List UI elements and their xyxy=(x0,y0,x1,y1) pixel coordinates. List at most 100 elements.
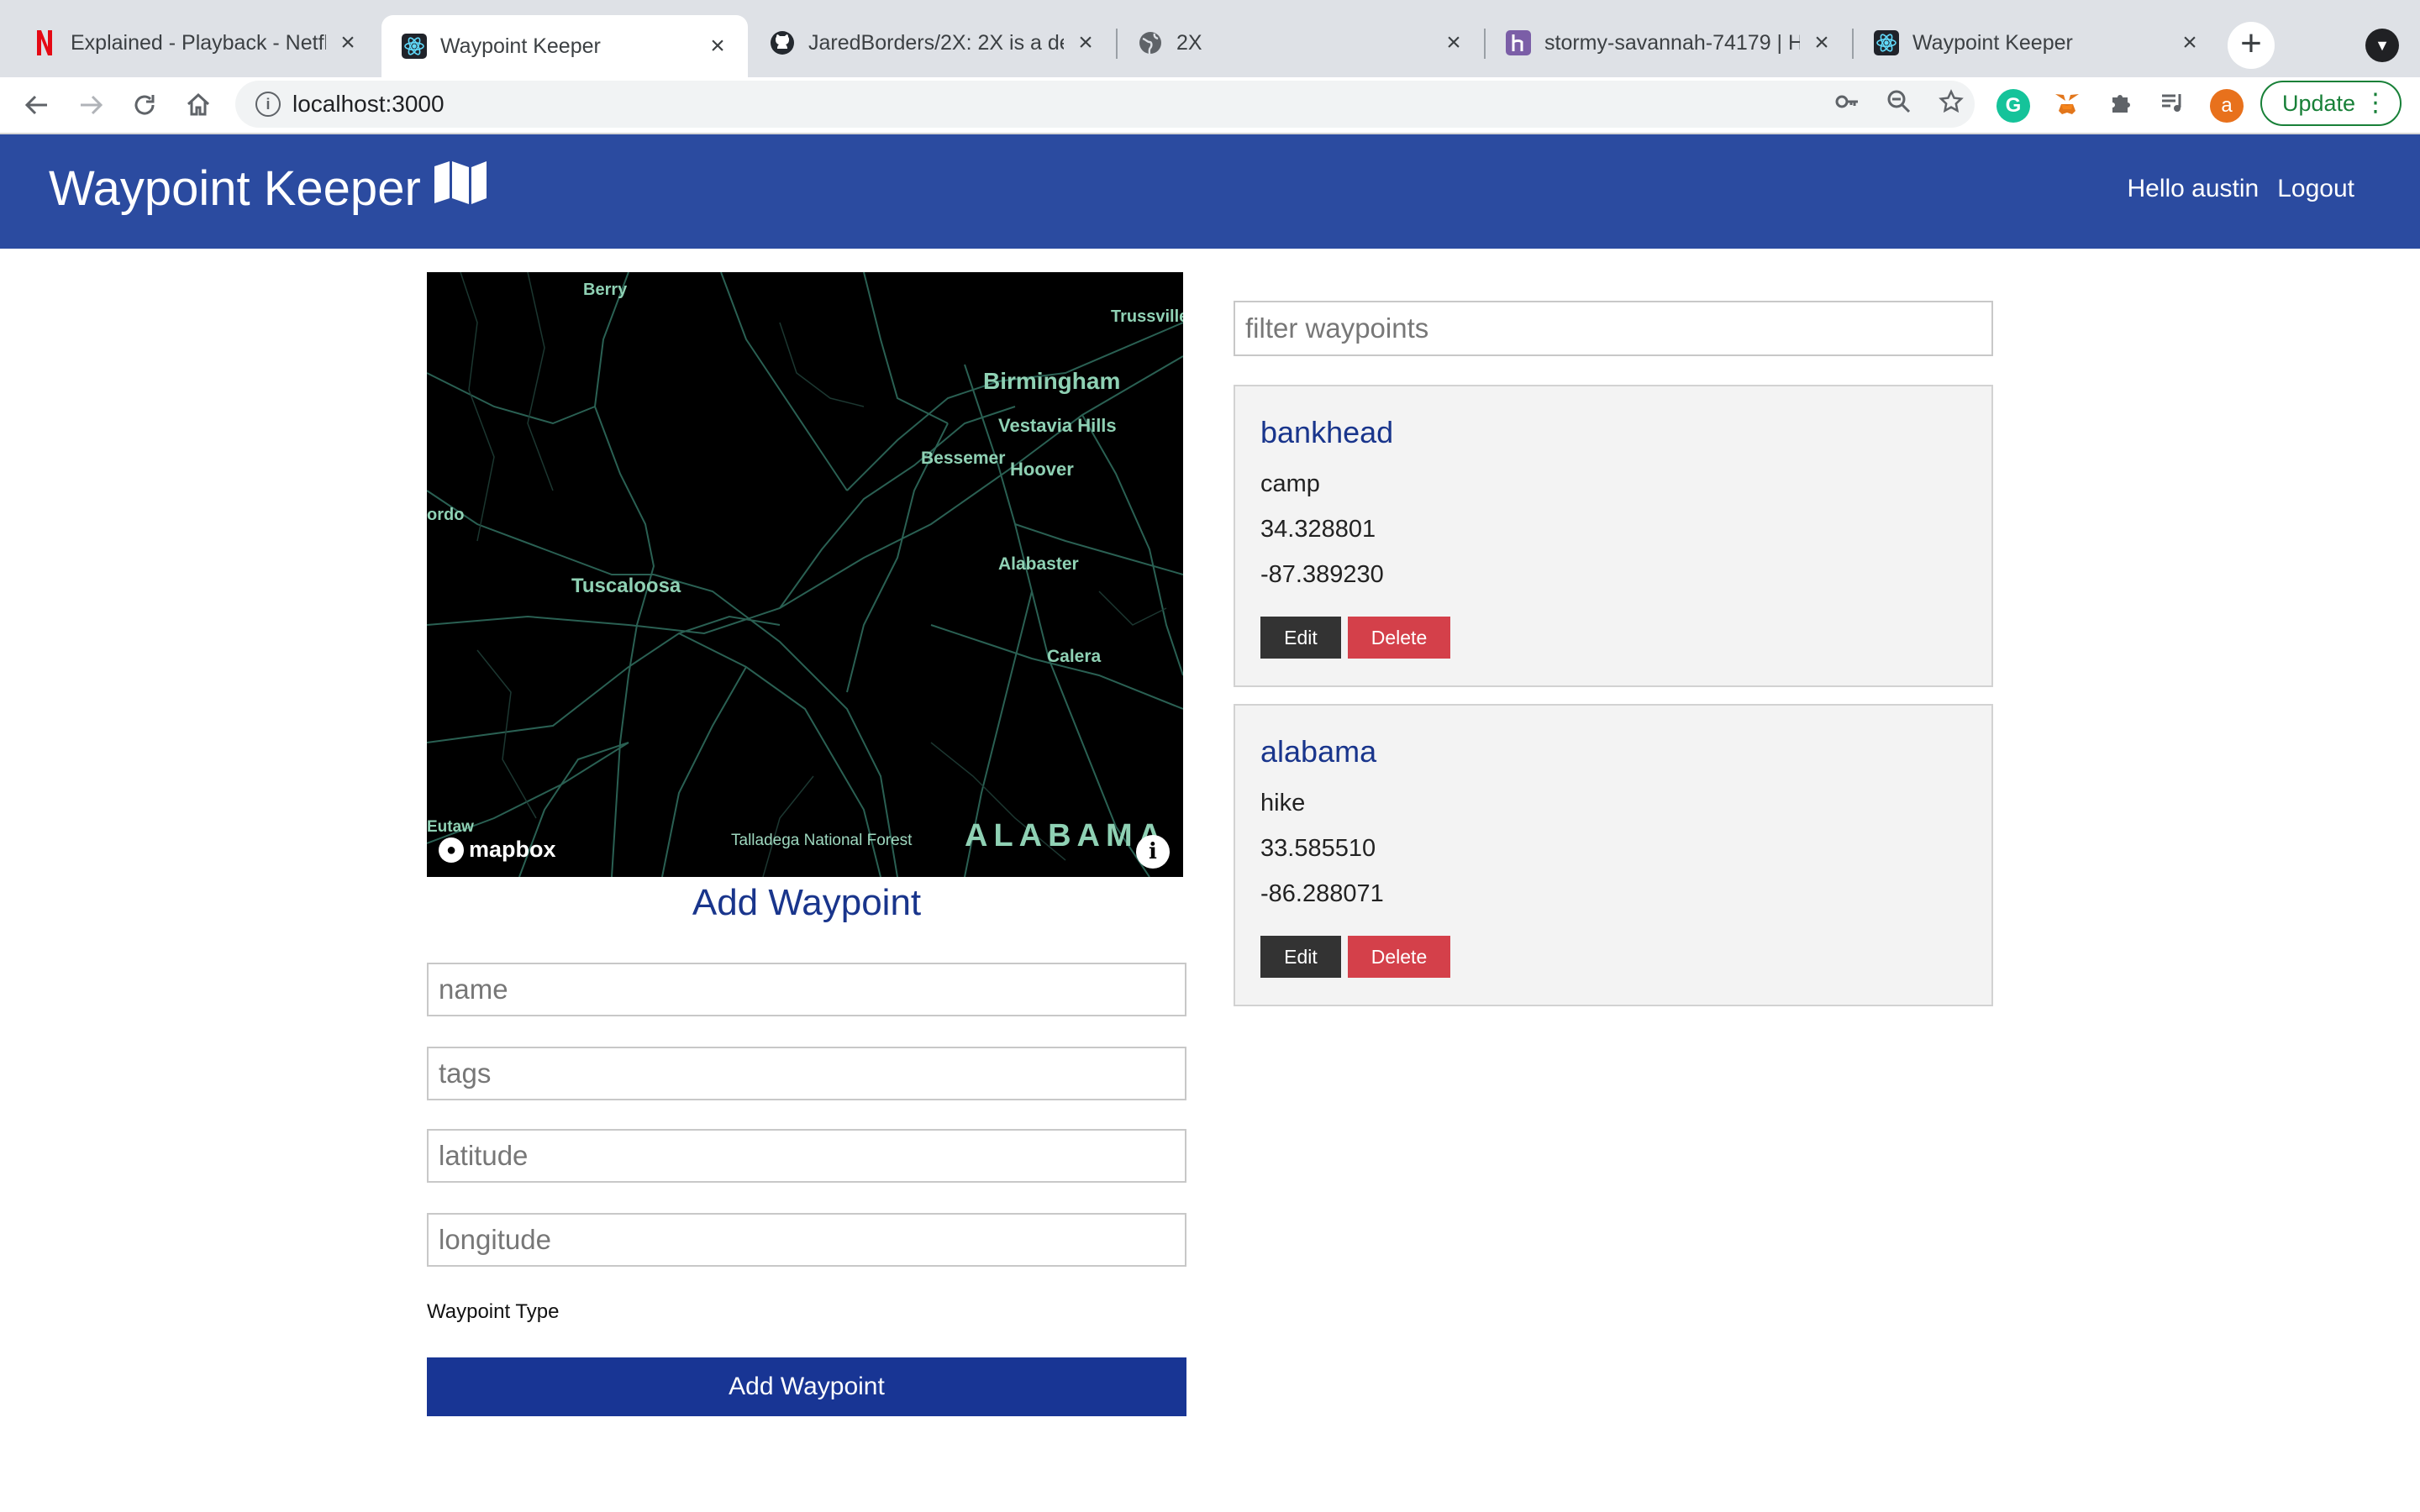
key-icon[interactable] xyxy=(1832,89,1862,119)
close-icon[interactable]: × xyxy=(1810,29,1833,57)
close-icon[interactable]: × xyxy=(1074,29,1097,57)
tab-waypoint-keeper-2[interactable]: Waypoint Keeper × xyxy=(1854,15,2220,71)
metamask-icon[interactable] xyxy=(2050,89,2084,123)
delete-button[interactable]: Delete xyxy=(1348,617,1450,659)
home-icon xyxy=(187,92,210,116)
browser-toolbar: i localhost:3000 G a Update ⋮ xyxy=(0,77,2420,134)
waypoint-latitude: 33.585510 xyxy=(1260,835,1376,862)
mapbox-wordmark: mapbox xyxy=(469,837,556,862)
tab-search-button[interactable]: ▼ xyxy=(2365,29,2399,62)
edit-button[interactable]: Edit xyxy=(1260,617,1341,659)
close-icon[interactable]: × xyxy=(1442,29,1465,57)
add-waypoint-heading: Add Waypoint xyxy=(692,882,922,923)
mapbox-logo[interactable]: ● mapbox xyxy=(439,837,556,863)
update-label: Update xyxy=(2282,91,2356,116)
media-control-icon[interactable] xyxy=(2156,89,2190,123)
map-roads xyxy=(427,272,1183,877)
arrow-left-icon xyxy=(24,95,47,115)
globe-icon xyxy=(1138,30,1163,55)
tab-title: Waypoint Keeper xyxy=(440,34,601,58)
waypoint-type-label: Waypoint Type xyxy=(427,1300,560,1323)
mapbox-icon: ● xyxy=(439,837,464,863)
user-greeting: Hello austin xyxy=(2127,175,2260,202)
reload-icon xyxy=(134,95,155,115)
arrow-right-icon xyxy=(81,95,103,115)
more-vertical-icon: ⋮ xyxy=(2363,89,2388,117)
info-icon: i xyxy=(1149,839,1157,864)
back-button[interactable] xyxy=(17,85,57,125)
tab-heroku[interactable]: stormy-savannah-74179 | Heroku × xyxy=(1486,15,1852,71)
plus-icon: + xyxy=(2240,23,2262,64)
reload-button[interactable] xyxy=(124,85,165,125)
home-button[interactable] xyxy=(178,85,218,125)
logout-link[interactable]: Logout xyxy=(2277,175,2354,203)
tab-github[interactable]: JaredBorders/2X: 2X is a decentralized × xyxy=(750,15,1116,71)
heroku-icon xyxy=(1506,30,1531,55)
puzzle-icon[interactable] xyxy=(2104,89,2138,123)
app-navbar: Waypoint Keeper Hello austin Logout xyxy=(0,134,2420,249)
react-icon xyxy=(402,34,427,59)
add-waypoint-button[interactable]: Add Waypoint xyxy=(427,1357,1186,1416)
waypoint-card: alabama hike 33.585510 -86.288071 Edit D… xyxy=(1234,704,1993,1006)
waypoint-card: bankhead camp 34.328801 -87.389230 Edit … xyxy=(1234,385,1993,687)
zoom-icon[interactable] xyxy=(1884,89,1914,119)
react-icon xyxy=(1874,30,1899,55)
close-icon[interactable]: × xyxy=(336,29,360,57)
map-label: Alabaster xyxy=(998,554,1079,574)
waypoint-name[interactable]: bankhead xyxy=(1260,415,1393,450)
tab-2x[interactable]: 2X × xyxy=(1118,15,1484,71)
tab-title: JaredBorders/2X: 2X is a decentralized xyxy=(808,30,1064,55)
tab-title: stormy-savannah-74179 | Heroku xyxy=(1544,30,1800,55)
map-view[interactable]: Berry Trussville Birmingham Vestavia Hil… xyxy=(427,272,1183,877)
new-tab-button[interactable]: + xyxy=(2228,22,2275,69)
tab-waypoint-keeper[interactable]: Waypoint Keeper × xyxy=(381,15,748,77)
tab-separator xyxy=(1116,29,1118,59)
map-label: Trussville xyxy=(1111,307,1183,326)
map-label: Berry xyxy=(583,281,628,299)
name-input[interactable] xyxy=(427,963,1186,1016)
map-label: Talladega National Forest xyxy=(731,832,913,849)
waypoint-tag: camp xyxy=(1260,470,1320,497)
star-icon[interactable] xyxy=(1936,89,1966,119)
tab-title: 2X xyxy=(1176,30,1202,55)
netflix-icon xyxy=(32,30,57,55)
map-label: Bessemer xyxy=(921,449,1006,468)
tab-separator xyxy=(1852,29,1854,59)
info-icon[interactable]: i xyxy=(255,92,281,117)
address-bar[interactable]: i localhost:3000 xyxy=(235,81,1975,128)
map-label: Hoover xyxy=(1010,459,1074,480)
longitude-input[interactable] xyxy=(427,1213,1186,1267)
map-label: Calera xyxy=(1047,647,1102,666)
waypoint-tag: hike xyxy=(1260,790,1306,816)
grammarly-icon[interactable]: G xyxy=(1996,89,2030,123)
map-label: Eutaw xyxy=(427,818,474,836)
tab-separator xyxy=(1484,29,1486,59)
tab-title: Explained - Playback - Netflix xyxy=(71,30,326,55)
edit-button[interactable]: Edit xyxy=(1260,936,1341,978)
attribution-info-button[interactable]: i xyxy=(1136,835,1170,869)
waypoint-name[interactable]: alabama xyxy=(1260,734,1376,769)
filter-waypoints-input[interactable] xyxy=(1234,301,1993,356)
url-text: localhost:3000 xyxy=(292,91,445,117)
close-icon[interactable]: × xyxy=(706,32,729,60)
forward-button[interactable] xyxy=(71,85,111,125)
latitude-input[interactable] xyxy=(427,1129,1186,1183)
update-button[interactable]: Update ⋮ xyxy=(2260,81,2402,126)
profile-avatar[interactable]: a xyxy=(2210,89,2244,123)
tags-input[interactable] xyxy=(427,1047,1186,1100)
close-icon[interactable]: × xyxy=(2178,29,2202,57)
waypoint-longitude: -87.389230 xyxy=(1260,561,1384,588)
chevron-down-icon: ▼ xyxy=(2375,37,2390,54)
browser-tabstrip: Explained - Playback - Netflix × Waypoin… xyxy=(0,0,2420,77)
github-icon xyxy=(770,30,795,55)
map-label: Birmingham xyxy=(983,368,1121,394)
tab-title: Waypoint Keeper xyxy=(1912,30,2073,55)
waypoint-latitude: 34.328801 xyxy=(1260,516,1376,543)
brand-title: Waypoint Keeper xyxy=(49,160,421,216)
tab-netflix[interactable]: Explained - Playback - Netflix × xyxy=(12,15,378,71)
waypoint-longitude: -86.288071 xyxy=(1260,880,1384,907)
map-label: Vestavia Hills xyxy=(998,415,1117,436)
map-label: Tuscaloosa xyxy=(571,575,681,597)
brand[interactable]: Waypoint Keeper xyxy=(49,160,488,217)
delete-button[interactable]: Delete xyxy=(1348,936,1450,978)
